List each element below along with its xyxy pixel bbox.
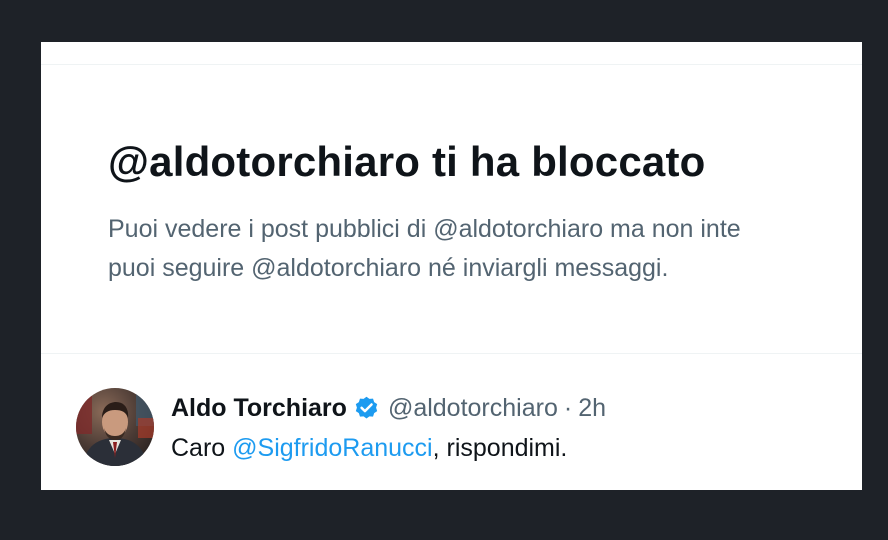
avatar-photo-icon (76, 388, 154, 466)
separator-dot: · (563, 393, 573, 422)
tweet-text: Caro @SigfridoRanucci, rispondimi. (171, 434, 567, 463)
author-name[interactable]: Aldo Torchiaro (171, 394, 347, 423)
author-avatar[interactable] (76, 388, 154, 466)
tweet-header: Aldo Torchiaro @aldotorchiaro · 2h (171, 390, 606, 426)
block-notice-description-line-1: Puoi vedere i post pubblici di @aldotorc… (108, 215, 741, 243)
author-handle[interactable]: @aldotorchiaro (388, 394, 558, 423)
verified-badge-icon[interactable] (353, 395, 380, 422)
top-divider (41, 64, 862, 65)
section-divider (41, 353, 862, 354)
tweet-text-prefix: Caro (171, 434, 233, 462)
mention-link[interactable]: @SigfridoRanucci (232, 434, 432, 462)
tweet-text-suffix: , rispondimi. (432, 434, 568, 462)
block-notice-card: @aldotorchiaro ti ha bloccato Puoi veder… (41, 42, 862, 490)
block-notice-description-line-2: puoi seguire @aldotorchiaro né inviargli… (108, 254, 669, 282)
block-notice-title: @aldotorchiaro ti ha bloccato (108, 138, 706, 185)
block-notice-description: Puoi vedere i post pubblici di @aldotorc… (108, 210, 862, 288)
tweet-timestamp[interactable]: 2h (578, 394, 606, 423)
